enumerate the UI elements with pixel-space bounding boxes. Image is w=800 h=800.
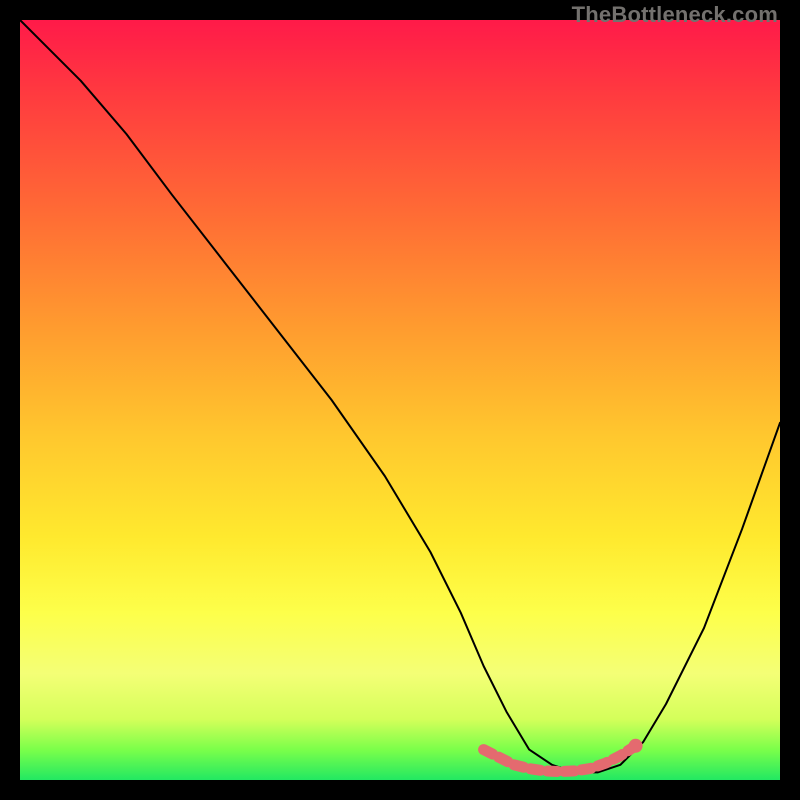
watermark-text: TheBottleneck.com	[572, 2, 778, 28]
chart-svg	[20, 20, 780, 780]
highlight-markers	[484, 739, 643, 772]
highlight-end-dot	[629, 739, 643, 753]
chart-frame: TheBottleneck.com	[0, 0, 800, 800]
bottleneck-curve	[20, 20, 780, 772]
